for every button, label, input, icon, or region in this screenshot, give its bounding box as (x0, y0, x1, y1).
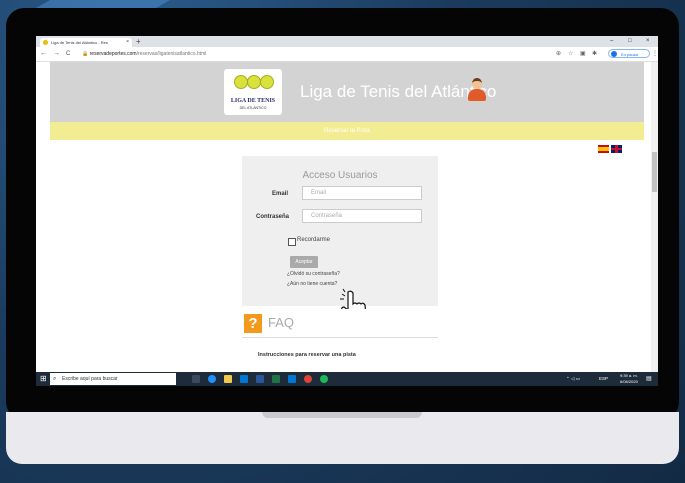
logo-text: LIGA DE TENIS (230, 98, 276, 104)
mail-icon[interactable] (288, 375, 296, 383)
windows-taskbar: ⊞ ⌕ Escribe aquí para buscar ⌃ ◁ ▭ ESP 9… (36, 372, 658, 386)
screen: Liga de Tenis del Atlántico - Res × + – … (36, 36, 658, 386)
puzzle-icon[interactable]: ✱ (592, 49, 597, 59)
taskbar-search-input[interactable]: ⌕ Escribe aquí para buscar (50, 373, 176, 385)
taskbar-clock[interactable]: 9:39 a. m. 6/08/2020 (620, 373, 638, 385)
email-field[interactable]: Email (302, 186, 422, 200)
scroll-thumb[interactable] (652, 152, 657, 192)
login-title: Acceso Usuarios (302, 170, 378, 181)
password-label: Contraseña (256, 214, 290, 220)
address-bar: ← → C 🔒 reservadeportes.com/reservas/lig… (36, 47, 658, 62)
password-field[interactable]: Contraseña (302, 209, 422, 223)
faq-item[interactable]: Instrucciones para reservar una pista (258, 352, 356, 358)
tab-bar: Liga de Tenis del Atlántico - Res × + – … (36, 36, 658, 47)
remember-checkbox[interactable] (288, 238, 296, 246)
url-domain: reservadeportes.com (89, 51, 137, 57)
language-indicator[interactable]: ESP (599, 372, 608, 386)
lock-icon: 🔒 (82, 51, 90, 57)
menu-dots-icon[interactable]: ⋮ (652, 49, 658, 59)
accept-button[interactable]: Aceptar (290, 256, 318, 268)
url-path: /reservas/ligatenisatlantico.html (136, 51, 207, 57)
user-avatar-icon[interactable] (468, 78, 486, 102)
email-label: Email (272, 191, 289, 197)
faq-title: FAQ (268, 315, 295, 330)
back-icon[interactable]: ← (40, 47, 47, 61)
avatar-body (468, 89, 486, 101)
edge-icon[interactable] (208, 375, 216, 383)
question-icon: ? (244, 314, 262, 333)
url-input[interactable]: 🔒 reservadeportes.com/reservas/ligatenis… (82, 49, 532, 59)
faq-section: ? FAQ Instrucciones para reservar una pi… (242, 309, 438, 372)
word-icon[interactable] (256, 375, 264, 383)
forgot-password-link[interactable]: ¿Olvidó su contraseña? (287, 271, 340, 277)
site-title: Liga de Tenis del Atlántico (300, 82, 497, 101)
extension-icon[interactable]: ▣ (580, 49, 586, 59)
star-icon[interactable]: ☆ (568, 49, 573, 59)
chrome-icon[interactable] (304, 375, 312, 383)
faq-header: ? FAQ (242, 309, 438, 338)
tennis-ball-icon (234, 75, 248, 89)
notification-icon[interactable]: ▤ (646, 375, 654, 383)
tennis-ball-icon (260, 75, 274, 89)
remember-label: Recordarme (297, 237, 331, 243)
login-card: Acceso Usuarios Email Email Contraseña C… (242, 156, 438, 306)
new-tab-button[interactable]: + (136, 37, 141, 46)
laptop-notch (262, 412, 422, 418)
browser-tab[interactable]: Liga de Tenis del Atlántico - Res × (40, 38, 132, 47)
profile-label: En pausa (621, 52, 638, 57)
tennis-favicon-icon (43, 40, 48, 45)
profile-avatar-icon (611, 51, 617, 57)
tray-icons[interactable]: ⌃ ◁ ▭ (566, 372, 580, 386)
store-icon[interactable] (240, 375, 248, 383)
windows-start-icon[interactable]: ⊞ (40, 375, 47, 383)
logo-subtext: DEL ATLÁNTICO (239, 106, 267, 110)
close-window-button[interactable]: × (646, 36, 650, 47)
task-view-icon[interactable] (192, 375, 200, 383)
uk-flag-icon[interactable] (611, 145, 622, 153)
tab-title: Liga de Tenis del Atlántico - Res (51, 40, 108, 45)
spain-flag-icon[interactable] (598, 145, 609, 153)
register-link[interactable]: ¿Aún no tiene cuenta? (287, 281, 337, 287)
minimize-button[interactable]: – (610, 36, 613, 47)
search-icon: ⌕ (53, 376, 57, 382)
profile-button[interactable]: En pausa (608, 49, 650, 58)
forward-icon[interactable]: → (53, 47, 60, 61)
web-page: LIGA DE TENIS DEL ATLÁNTICO Liga de Teni… (36, 62, 650, 372)
maximize-button[interactable]: □ (628, 36, 632, 47)
avatar-head (472, 78, 482, 89)
laptop-base (6, 412, 679, 464)
excel-icon[interactable] (272, 375, 280, 383)
spotify-icon[interactable] (320, 375, 328, 383)
language-flags (598, 145, 622, 153)
clock-date: 6/08/2020 (620, 379, 638, 384)
search-placeholder: Escribe aquí para buscar (62, 376, 118, 382)
reload-icon[interactable]: C (66, 47, 70, 61)
tab-close-icon[interactable]: × (126, 38, 129, 47)
tennis-ball-icon (247, 75, 261, 89)
page-scrollbar[interactable] (651, 62, 658, 372)
zoom-icon[interactable]: ⊕ (556, 49, 561, 59)
hero-header: LIGA DE TENIS DEL ATLÁNTICO Liga de Teni… (50, 62, 644, 122)
league-logo[interactable]: LIGA DE TENIS DEL ATLÁNTICO (224, 69, 282, 115)
file-explorer-icon[interactable] (224, 375, 232, 383)
reserve-court-bar[interactable]: Reservar la Pista (50, 122, 644, 140)
